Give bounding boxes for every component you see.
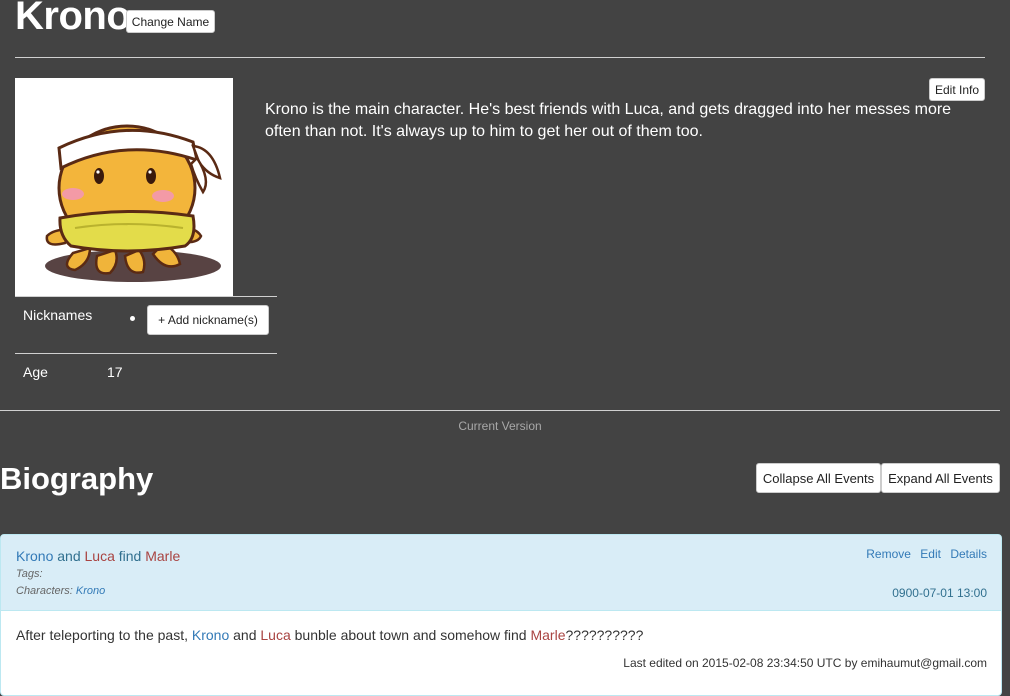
event-title-text: and [53, 548, 85, 564]
collapse-all-events-button[interactable]: Collapse All Events [756, 463, 881, 493]
event-date: 0900-07-01 13:00 [892, 586, 987, 600]
event-body-text: bunble about town and somehow find [290, 627, 531, 643]
last-edited-info: Last edited on 2015-02-08 23:34:50 UTC b… [623, 656, 987, 670]
event-body: After teleporting to the past, Krono and… [16, 627, 643, 643]
change-name-button[interactable]: Change Name [126, 10, 215, 33]
event-details-link[interactable]: Details [950, 547, 987, 561]
event-characters-label: Characters: [16, 585, 73, 597]
add-nickname-button[interactable]: + Add nickname(s) [147, 305, 269, 335]
character-link-krono[interactable]: Krono [16, 548, 53, 564]
event-card: Krono and Luca find Marle Tags: Characte… [0, 534, 1002, 696]
event-body-text: ?????????? [565, 627, 644, 643]
character-link-luca[interactable]: Luca [85, 548, 115, 564]
event-header: Krono and Luca find Marle Tags: Characte… [1, 535, 1001, 611]
event-characters: Characters: Krono [16, 585, 105, 597]
event-title-text: find [114, 548, 146, 564]
body-link-luca[interactable]: Luca [260, 627, 290, 643]
remove-event-link[interactable]: Remove [866, 547, 911, 561]
age-label: Age [23, 364, 48, 380]
body-link-marle[interactable]: Marle [530, 627, 565, 643]
biography-title: Biography [0, 461, 154, 496]
octopus-mascot-image [45, 124, 222, 282]
event-character-link-krono[interactable]: Krono [76, 585, 105, 597]
nickname-bullet [130, 316, 135, 321]
event-body-text: and [229, 627, 261, 643]
character-link-marle[interactable]: Marle [145, 548, 180, 564]
page-title: Krono [15, 0, 131, 38]
edit-event-link[interactable]: Edit [920, 547, 941, 561]
character-description: Krono is the main character. He's best f… [265, 101, 952, 140]
body-link-krono[interactable]: Krono [192, 627, 229, 643]
header-divider [15, 57, 985, 58]
expand-all-events-button[interactable]: Expand All Events [881, 463, 1000, 493]
nicknames-label: Nicknames [23, 307, 93, 323]
event-body-text: After teleporting to the past, [16, 627, 192, 643]
attributes-top-divider [15, 296, 277, 297]
age-value: 17 [107, 364, 123, 380]
event-title: Krono and Luca find Marle [16, 548, 180, 564]
attributes-mid-divider [15, 353, 277, 354]
event-tags: Tags: [16, 568, 43, 580]
event-actions: Remove Edit Details [860, 547, 987, 561]
version-divider [0, 410, 1000, 411]
edit-info-button[interactable]: Edit Info [929, 78, 985, 101]
character-avatar [15, 78, 233, 296]
version-label: Current Version [458, 419, 542, 433]
